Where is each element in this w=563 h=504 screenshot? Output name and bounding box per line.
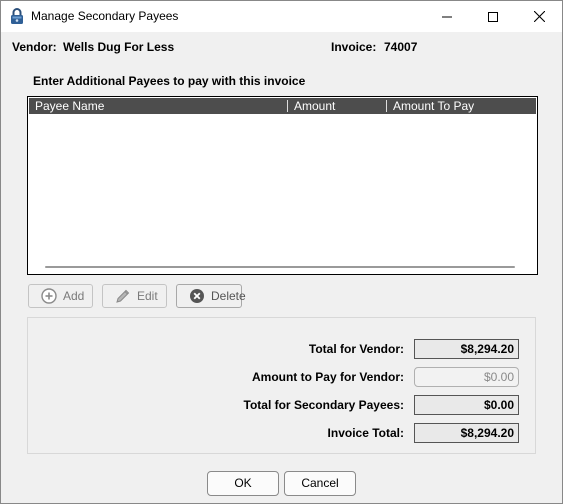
- invoice-total-label: Invoice Total:: [327, 426, 404, 440]
- ok-button[interactable]: OK: [207, 471, 279, 496]
- cancel-button[interactable]: Cancel: [284, 471, 356, 496]
- amount-to-pay-label: Amount to Pay for Vendor:: [251, 370, 404, 384]
- maximize-button[interactable]: [470, 1, 516, 32]
- total-secondary-payees-value: $0.00: [414, 395, 519, 415]
- pencil-icon: [115, 288, 131, 304]
- total-secondary-payees-label: Total for Secondary Payees:: [243, 398, 405, 412]
- table-header: Payee Name Amount Amount To Pay: [29, 98, 536, 114]
- vendor-label: Vendor:: [12, 40, 57, 54]
- minimize-button[interactable]: [424, 1, 470, 32]
- app-lock-icon: [9, 7, 25, 25]
- delete-icon: [189, 288, 205, 304]
- minimize-icon: [442, 16, 452, 17]
- horizontal-scrollbar[interactable]: [45, 266, 515, 268]
- close-button[interactable]: [516, 1, 562, 32]
- vendor-value: Wells Dug For Less: [63, 40, 175, 54]
- payees-table[interactable]: Payee Name Amount Amount To Pay: [27, 96, 538, 275]
- column-header-payee-name[interactable]: Payee Name: [29, 98, 287, 114]
- title-bar: Manage Secondary Payees: [1, 1, 562, 32]
- window-title: Manage Secondary Payees: [31, 9, 179, 23]
- close-icon: [533, 11, 545, 22]
- delete-button-label: Delete: [211, 289, 246, 303]
- edit-button[interactable]: Edit: [102, 284, 167, 308]
- add-icon: [41, 288, 57, 304]
- maximize-icon: [488, 11, 498, 22]
- delete-button[interactable]: Delete: [176, 284, 246, 308]
- column-header-amount-to-pay[interactable]: Amount To Pay: [387, 98, 527, 114]
- edit-button-label: Edit: [137, 289, 158, 303]
- invoice-total-value: $8,294.20: [414, 423, 519, 443]
- add-button[interactable]: Add: [28, 284, 93, 308]
- total-for-vendor-label: Total for Vendor:: [308, 342, 404, 356]
- column-header-amount[interactable]: Amount: [288, 98, 386, 114]
- amount-to-pay-input[interactable]: $0.00: [414, 367, 519, 387]
- add-button-label: Add: [63, 289, 85, 303]
- manage-secondary-payees-dialog: Manage Secondary Payees Vendor: Wells Du…: [0, 0, 563, 504]
- total-for-vendor-value: $8,294.20: [414, 339, 519, 359]
- instructions-text: Enter Additional Payees to pay with this…: [33, 74, 306, 88]
- invoice-value: 74007: [384, 40, 418, 54]
- invoice-label: Invoice:: [331, 40, 377, 54]
